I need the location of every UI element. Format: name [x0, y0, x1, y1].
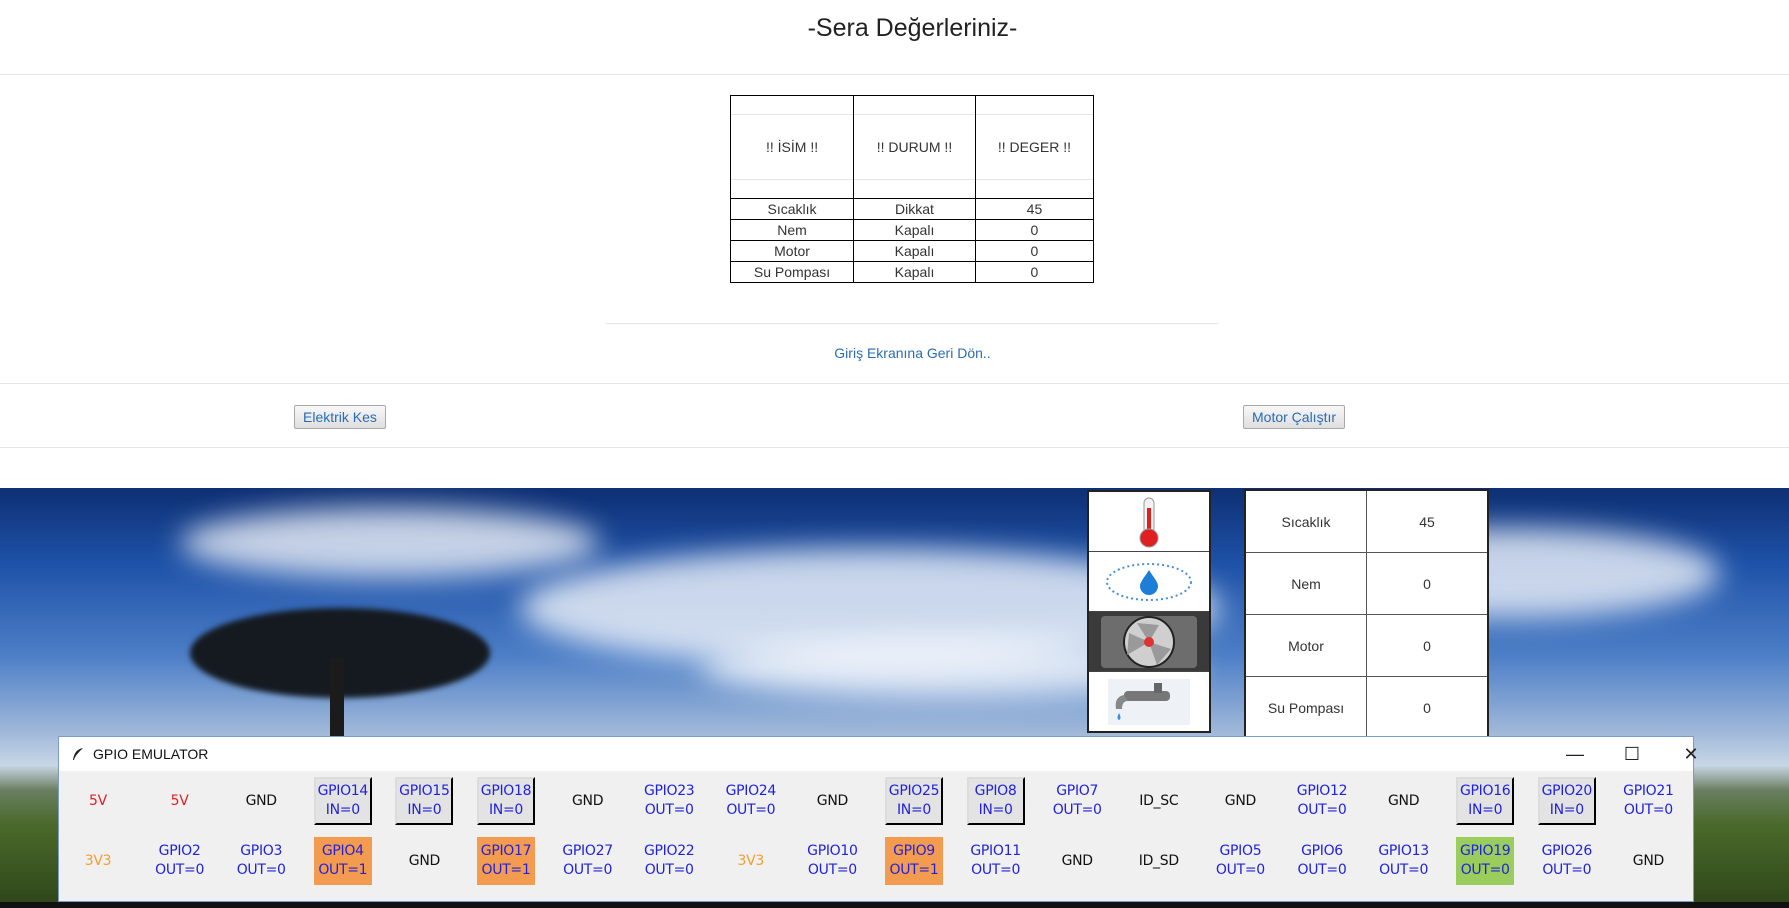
cell-status: Kapalı — [853, 219, 976, 241]
gpio-pin-button[interactable]: GPIO27 OUT=0 — [559, 837, 617, 885]
thermometer-icon — [1089, 492, 1209, 552]
gpio-pin-button[interactable]: GND — [232, 777, 290, 825]
feather-icon — [73, 748, 83, 760]
sensor-values-panel: Sıcaklık 45 Nem 0 Motor 0 Su Pompası 0 — [1244, 489, 1489, 740]
divider — [0, 447, 1789, 448]
table-row: Nem Kapalı 0 — [729, 219, 1095, 241]
window-title: GPIO EMULATOR — [93, 746, 209, 762]
gpio-pin-button[interactable]: GPIO24 OUT=0 — [722, 777, 780, 825]
gpio-pin-button[interactable]: GPIO23 OUT=0 — [640, 777, 698, 825]
faucet-icon — [1089, 672, 1209, 732]
divider — [605, 323, 1219, 324]
gpio-pin-button[interactable]: GPIO26 OUT=0 — [1538, 837, 1596, 885]
gpio-pin-button[interactable]: GPIO11 OUT=0 — [967, 837, 1025, 885]
gpio-pin-button[interactable]: GPIO10 OUT=0 — [803, 837, 861, 885]
gpio-pin-button[interactable]: GND — [1375, 777, 1433, 825]
cell-name: Motor — [729, 240, 855, 262]
gpio-pin-button[interactable]: GPIO3 OUT=0 — [232, 837, 290, 885]
gpio-pin-button[interactable]: 5V — [151, 777, 209, 825]
table-row: Sıcaklık Dikkat 45 — [729, 198, 1095, 220]
cell-status: Kapalı — [853, 240, 976, 262]
cell-value: 0 — [1366, 676, 1489, 740]
header-value: !! DEGER !! — [974, 95, 1095, 199]
gpio-pin-button[interactable]: ID_SD — [1130, 837, 1188, 885]
cell-value: 0 — [974, 240, 1095, 262]
table-row: Su Pompası 0 — [1244, 676, 1489, 740]
gpio-pin-button[interactable]: GND — [559, 777, 617, 825]
cell-value: 0 — [1366, 614, 1489, 677]
gpio-pin-button[interactable]: GPIO25 IN=0 — [885, 777, 943, 825]
gpio-pin-button[interactable]: GPIO7 OUT=0 — [1048, 777, 1106, 825]
gpio-pin-button[interactable]: GPIO16 IN=0 — [1456, 777, 1515, 825]
cell-name: Su Pompası — [1244, 676, 1367, 740]
table-row: Sıcaklık 45 — [1244, 489, 1489, 553]
gpio-pin-button[interactable]: GPIO5 OUT=0 — [1211, 837, 1269, 885]
cell-name: Sıcaklık — [1244, 489, 1367, 553]
run-motor-button[interactable]: Motor Çalıştır — [1243, 405, 1346, 429]
cell-value: 45 — [974, 198, 1095, 220]
gpio-pin-button[interactable]: GPIO14 IN=0 — [313, 777, 372, 825]
cell-name: Sıcaklık — [729, 198, 855, 220]
gpio-pin-button[interactable]: GND — [1211, 777, 1269, 825]
header-status: !! DURUM !! — [853, 95, 976, 199]
cut-power-button[interactable]: Elektrik Kes — [294, 405, 386, 429]
gpio-pin-button[interactable]: GPIO15 IN=0 — [395, 777, 454, 825]
divider — [0, 74, 1789, 75]
page-title: -Sera Değerleriniz- — [807, 14, 1018, 42]
cell-status: Kapalı — [853, 261, 976, 283]
table-row: Su Pompası Kapalı 0 — [729, 261, 1095, 283]
table-row: Motor Kapalı 0 — [729, 240, 1095, 262]
gpio-pin-button[interactable]: GND — [1048, 837, 1106, 885]
gpio-emulator-window: GPIO EMULATOR — ☐ ✕ 5V 5V GND GPIO14 IN=0 GPI… — [58, 736, 1699, 902]
cell-value: 45 — [1366, 489, 1489, 553]
gpio-pin-button[interactable]: 3V3 — [69, 837, 127, 885]
minimize-icon[interactable]: — — [1546, 737, 1604, 771]
divider — [0, 383, 1789, 384]
gpio-pin-button[interactable]: GPIO4 OUT=1 — [313, 837, 372, 885]
fan-icon — [1089, 612, 1209, 672]
gpio-pin-button[interactable]: GPIO17 OUT=1 — [477, 837, 535, 885]
gpio-pin-button[interactable]: GPIO2 OUT=0 — [151, 837, 209, 885]
gpio-pin-button[interactable]: GPIO9 OUT=1 — [885, 837, 943, 885]
taskbar — [0, 902, 1789, 908]
sensor-status-table: !! İSİM !! !! DURUM !! !! DEGER !! Sıcak… — [729, 95, 1095, 283]
table-row: Nem 0 — [1244, 552, 1489, 615]
cell-value: 0 — [1366, 552, 1489, 615]
gpio-pin-button[interactable]: GND — [803, 777, 861, 825]
cell-name: Motor — [1244, 614, 1367, 677]
gpio-pin-button[interactable]: GND — [1619, 837, 1677, 885]
cell-name: Nem — [729, 219, 855, 241]
window-titlebar[interactable]: GPIO EMULATOR — [59, 737, 1693, 771]
gpio-pin-button[interactable]: GPIO12 OUT=0 — [1293, 777, 1351, 825]
gpio-pin-button[interactable]: GPIO20 IN=0 — [1537, 777, 1596, 825]
gpio-pin-button[interactable]: GPIO22 OUT=0 — [640, 837, 698, 885]
cell-status: Dikkat — [853, 198, 976, 220]
gpio-pin-button[interactable]: GPIO18 IN=0 — [477, 777, 535, 825]
gpio-pin-button[interactable]: 5V — [69, 777, 127, 825]
cell-name: Nem — [1244, 552, 1367, 615]
water-drop-icon — [1089, 552, 1209, 612]
gpio-pin-button[interactable]: 3V3 — [722, 837, 780, 885]
cell-name: Su Pompası — [729, 261, 855, 283]
gpio-pin-button[interactable]: GPIO8 IN=0 — [966, 777, 1025, 825]
gpio-pin-button[interactable]: GPIO13 OUT=0 — [1375, 837, 1433, 885]
sensor-icons-panel — [1087, 490, 1211, 733]
header-name: !! İSİM !! — [729, 95, 855, 199]
close-icon[interactable]: ✕ — [1662, 737, 1720, 771]
cell-value: 0 — [974, 219, 1095, 241]
gpio-pin-button[interactable]: GPIO6 OUT=0 — [1293, 837, 1351, 885]
gpio-pin-button[interactable]: GPIO19 OUT=0 — [1456, 837, 1515, 885]
cell-value: 0 — [974, 261, 1095, 283]
back-to-login-link[interactable]: Giriş Ekranına Geri Dön.. — [0, 345, 1789, 361]
table-row: Motor 0 — [1244, 614, 1489, 677]
maximize-icon[interactable]: ☐ — [1603, 737, 1661, 771]
gpio-pin-button[interactable]: ID_SC — [1130, 777, 1188, 825]
gpio-pin-button[interactable]: GPIO21 OUT=0 — [1619, 777, 1677, 825]
gpio-pin-button[interactable]: GND — [395, 837, 453, 885]
